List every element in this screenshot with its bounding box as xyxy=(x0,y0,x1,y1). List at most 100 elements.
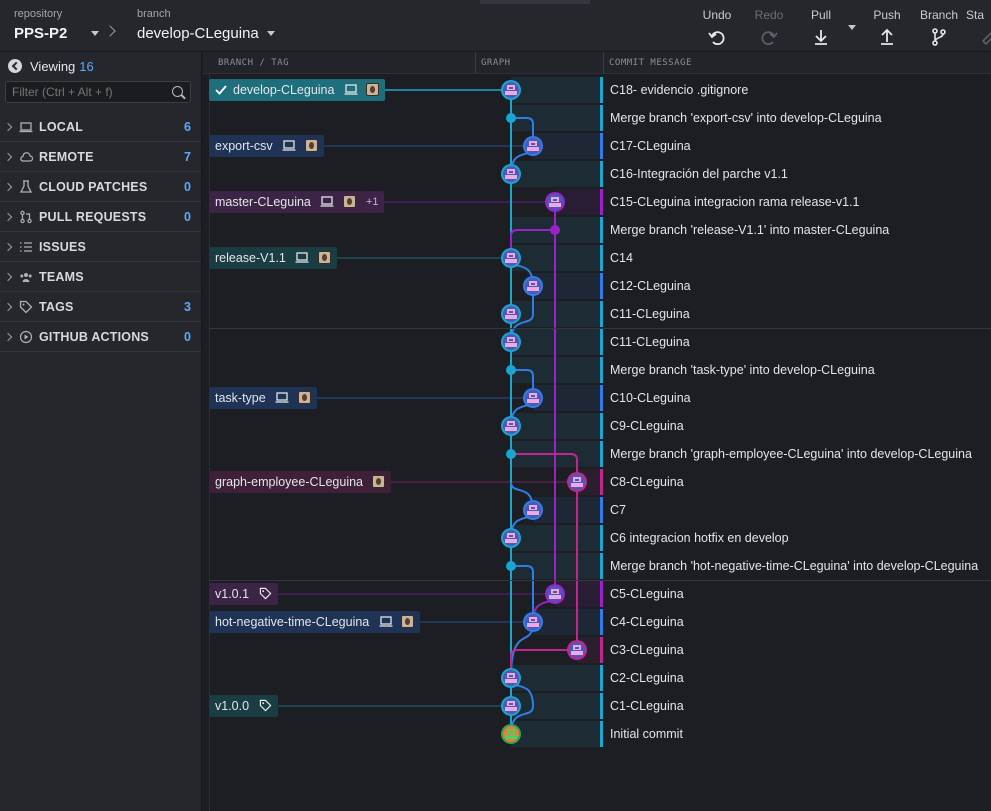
commit-row[interactable]: Merge branch 'release-V1.1' into master-… xyxy=(203,216,991,244)
section-count: 3 xyxy=(184,300,191,314)
section-issues[interactable]: ISSUES xyxy=(0,232,201,262)
branch-label-master[interactable]: master-CLeguina xyxy=(209,191,362,213)
redo-icon xyxy=(761,31,778,46)
team-icon xyxy=(20,273,32,282)
flask-icon xyxy=(19,180,33,193)
section-count: 7 xyxy=(184,150,191,164)
viewing-label: Viewing xyxy=(30,59,76,74)
branch-name: hot-negative-time-CLeguina xyxy=(215,615,370,629)
branch-label-release[interactable]: release-V1.1 xyxy=(209,247,337,269)
checkmark-icon xyxy=(215,85,227,95)
redo-button[interactable]: Redo xyxy=(744,8,794,47)
laptop-icon xyxy=(295,252,309,263)
repo-label: repository xyxy=(14,8,63,20)
repo-name[interactable]: PPS-P2 xyxy=(14,25,67,42)
avatar xyxy=(371,475,385,488)
avatar xyxy=(342,195,356,208)
branch-label-hot-negative-time[interactable]: hot-negative-time-CLeguina xyxy=(209,611,421,633)
commit-row[interactable]: C6 integracion hotfix en develop xyxy=(203,524,991,552)
section-label: TAGS xyxy=(39,300,74,314)
commit-row[interactable]: Initial commit xyxy=(203,720,991,748)
avatar xyxy=(366,83,380,96)
commit-message: Merge branch 'graph-employee-CLeguina' i… xyxy=(610,447,972,461)
commit-row[interactable]: C1-CLeguina xyxy=(203,692,991,720)
commit-message: Merge branch 'export-csv' into develop-C… xyxy=(610,111,882,125)
avatar xyxy=(297,391,311,404)
chevron-right-icon xyxy=(3,242,13,252)
viewing-header[interactable]: Viewing 16 xyxy=(8,59,94,77)
repo-dropdown-icon[interactable] xyxy=(91,31,99,36)
commit-row[interactable]: C9-CLeguina xyxy=(203,412,991,440)
commit-row[interactable]: C12-CLeguina xyxy=(203,272,991,300)
commit-row[interactable]: C7 xyxy=(203,496,991,524)
commit-row[interactable]: C16-Integración del parche v1.1 xyxy=(203,160,991,188)
tag-name: v1.0.1 xyxy=(215,587,250,601)
laptop-icon xyxy=(379,616,393,627)
section-count: 0 xyxy=(184,180,191,194)
section-label: CLOUD PATCHES xyxy=(39,180,148,194)
commit-row[interactable]: C11-CLeguina xyxy=(203,300,991,328)
branch-button[interactable]: Branch xyxy=(914,8,964,47)
cloud-icon xyxy=(20,152,33,162)
push-button[interactable]: Push xyxy=(862,8,912,47)
branch-label-graph-employee[interactable]: graph-employee-CLeguina xyxy=(209,471,391,493)
branch-dropdown-icon[interactable] xyxy=(267,31,275,36)
branch-label-task-type[interactable]: task-type xyxy=(209,387,317,409)
pull-button[interactable]: Pull xyxy=(796,8,846,47)
undo-button[interactable]: Undo xyxy=(692,8,742,47)
commit-message: C12-CLeguina xyxy=(610,279,691,293)
branch-label: branch xyxy=(137,8,171,20)
section-label: PULL REQUESTS xyxy=(39,210,147,224)
commit-row[interactable]: C5-CLeguina xyxy=(203,580,991,608)
commit-message: C11-CLeguina xyxy=(610,307,690,321)
tag-icon xyxy=(259,699,272,712)
commit-row[interactable]: C10-CLeguina xyxy=(203,384,991,412)
section-count: 0 xyxy=(184,210,191,224)
more-refs-badge[interactable]: +1 xyxy=(361,191,384,213)
chevron-right-icon xyxy=(3,302,13,312)
pull-options-icon[interactable] xyxy=(848,25,856,30)
branch-name: task-type xyxy=(215,391,266,405)
chevron-right-icon xyxy=(3,122,13,132)
filter-input[interactable] xyxy=(5,81,191,103)
pull-label: Pull xyxy=(810,8,831,22)
section-local[interactable]: LOCAL 6 xyxy=(0,112,201,142)
commit-row[interactable]: Merge branch 'graph-employee-CLeguina' i… xyxy=(203,440,991,468)
avatar xyxy=(304,139,318,152)
collapse-panel-icon[interactable] xyxy=(8,59,22,73)
commit-row[interactable]: C11-CLeguina xyxy=(203,328,991,356)
toolbar: repository PPS-P2 branch develop-CLeguin… xyxy=(0,0,991,52)
avatar xyxy=(317,251,331,264)
section-label: LOCAL xyxy=(39,120,84,134)
search-icon xyxy=(172,86,183,97)
stash-button[interactable]: Sta xyxy=(966,8,991,47)
section-label: ISSUES xyxy=(39,240,87,254)
commit-row[interactable]: C3-CLeguina xyxy=(203,636,991,664)
section-cloud-patches[interactable]: CLOUD PATCHES 0 xyxy=(0,172,201,202)
commit-message: C9-CLeguina xyxy=(610,419,684,433)
commit-row[interactable]: Merge branch 'task-type' into develop-CL… xyxy=(203,356,991,384)
section-teams[interactable]: TEAMS xyxy=(0,262,201,292)
section-tags[interactable]: TAGS 3 xyxy=(0,292,201,322)
section-remote[interactable]: REMOTE 7 xyxy=(0,142,201,172)
tag-label-v101[interactable]: v1.0.1 xyxy=(209,583,278,605)
branch-label-develop[interactable]: develop-CLeguina xyxy=(209,79,386,101)
tag-name: v1.0.0 xyxy=(215,699,250,713)
commit-row[interactable]: C2-CLeguina xyxy=(203,664,991,692)
commit-row[interactable]: Merge branch 'export-csv' into develop-C… xyxy=(203,104,991,132)
commit-message: Merge branch 'task-type' into develop-CL… xyxy=(610,363,875,377)
commit-message: Merge branch 'release-V1.1' into master-… xyxy=(610,223,890,237)
section-github-actions[interactable]: GITHUB ACTIONS 0 xyxy=(0,322,201,352)
branch-name[interactable]: develop-CLeguina xyxy=(137,25,259,42)
commit-row[interactable]: Merge branch 'hot-negative-time-CLeguina… xyxy=(203,552,991,580)
tag-label-v100[interactable]: v1.0.0 xyxy=(209,695,278,717)
laptop-icon xyxy=(344,84,358,95)
commit-message: C5-CLeguina xyxy=(610,587,684,601)
section-label: GITHUB ACTIONS xyxy=(39,330,149,344)
branch-label-export-csv[interactable]: export-csv xyxy=(209,135,324,157)
commit-message: Initial commit xyxy=(610,727,683,741)
laptop-icon xyxy=(19,122,33,133)
branch-name: release-V1.1 xyxy=(215,251,286,265)
section-count: 0 xyxy=(184,330,191,344)
section-pull-requests[interactable]: PULL REQUESTS 0 xyxy=(0,202,201,232)
